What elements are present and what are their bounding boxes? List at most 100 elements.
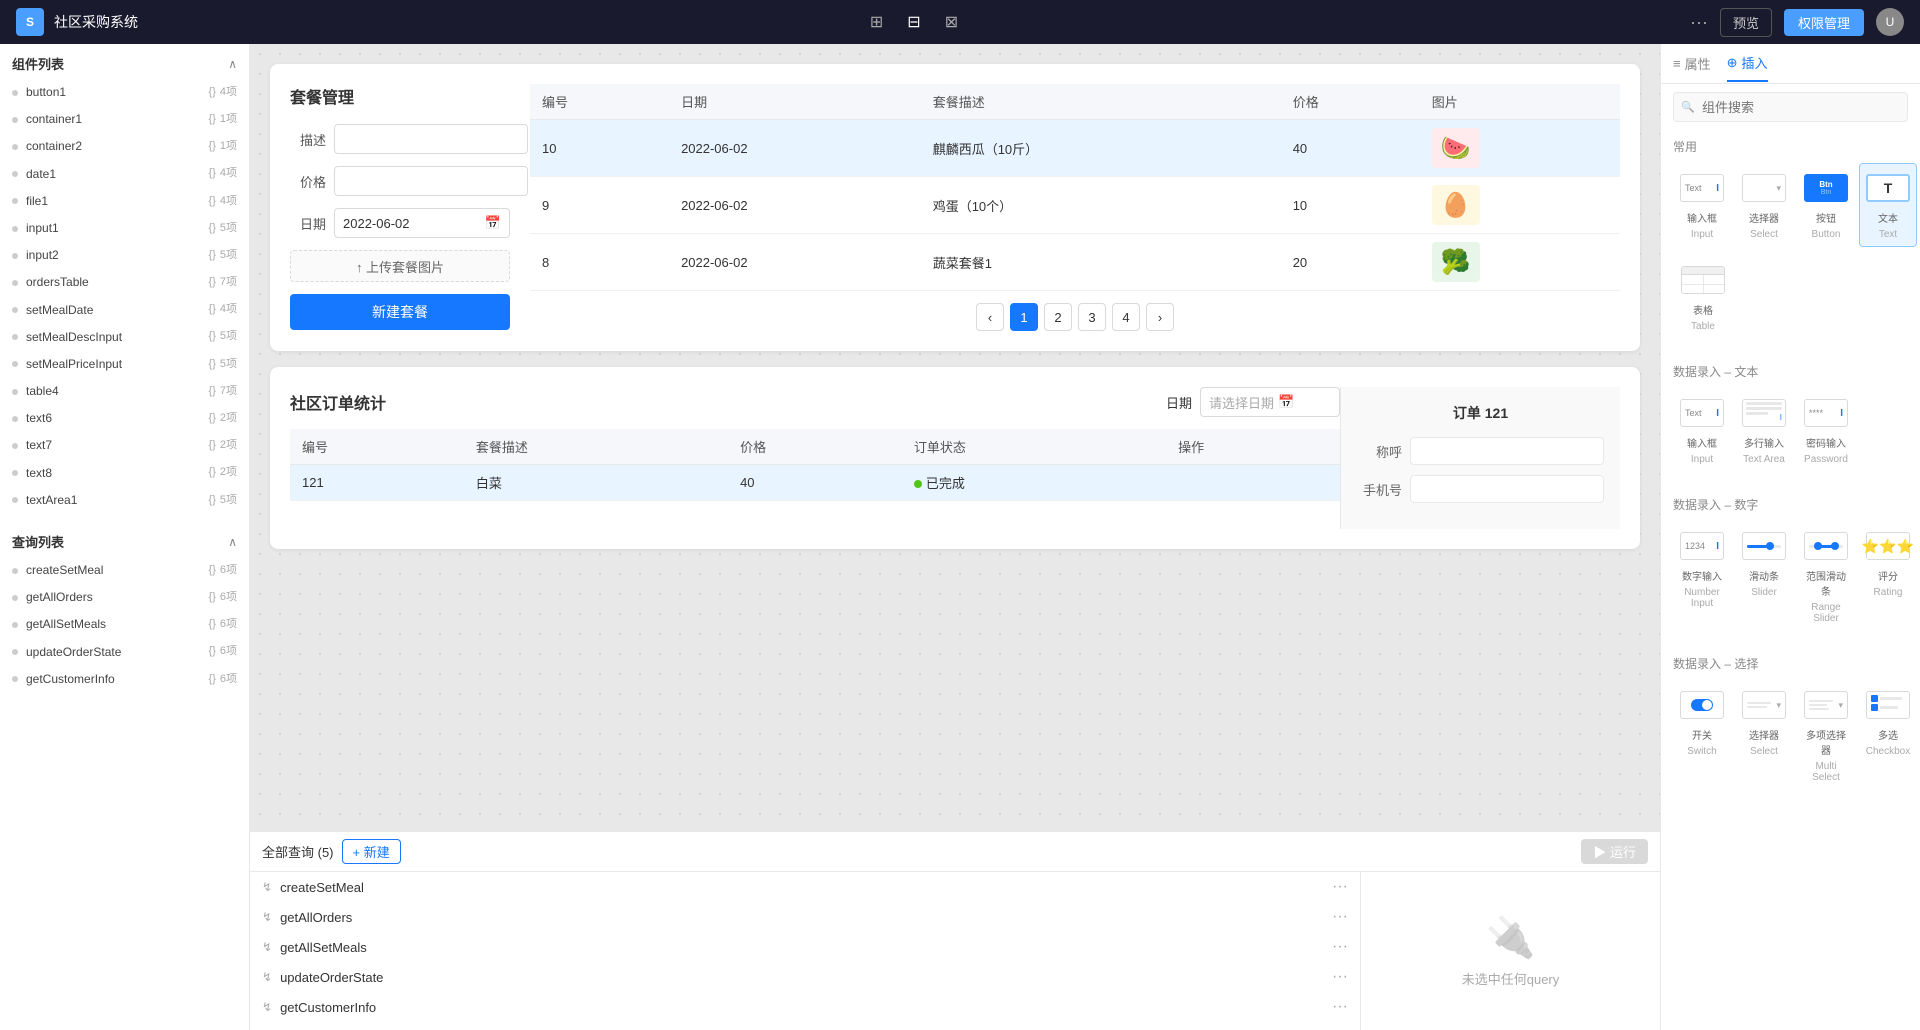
left-sidebar: 组件列表 ∧ button1 {} 4项 container1 {} 1项 co… xyxy=(0,44,250,1030)
widget-checkbox[interactable]: 多选 Checkbox xyxy=(1859,680,1917,790)
manage-button[interactable]: 权限管理 xyxy=(1784,9,1864,36)
price-input[interactable] xyxy=(334,166,528,196)
sidebar-query-item[interactable]: createSetMeal {} 6项 xyxy=(0,557,249,584)
sidebar-component-item[interactable]: date1 {} 4项 xyxy=(0,161,249,188)
sidebar-query-item[interactable]: updateOrderState {} 6项 xyxy=(0,639,249,666)
widget-rating[interactable]: ⭐⭐⭐ 评分 Rating xyxy=(1859,521,1917,631)
date-filter: 日期 请选择日期 📅 xyxy=(1166,387,1340,417)
table-row[interactable]: 9 2022-06-02 鸡蛋（10个） 10 🥚 xyxy=(530,177,1620,234)
query-name: updateOrderState xyxy=(26,643,209,662)
widget-switch[interactable]: 开关 Switch xyxy=(1673,680,1731,790)
widget-select-label-sub: Select xyxy=(1750,229,1778,240)
bottom-query-item[interactable]: ↯ getAllOrders ··· xyxy=(250,902,1360,932)
widget-slider[interactable]: 滑动条 Slider xyxy=(1735,521,1793,631)
widget-table[interactable]: 表格 Table xyxy=(1673,255,1733,339)
page-button-2[interactable]: 2 xyxy=(1044,303,1072,331)
table-row[interactable]: 10 2022-06-02 麒麟西瓜（10斤） 40 🍉 xyxy=(530,120,1620,177)
sidebar-component-item[interactable]: text7 {} 2项 xyxy=(0,432,249,459)
food-image: 🥦 xyxy=(1432,242,1480,282)
tab-insert[interactable]: ⊕ 插入 xyxy=(1727,45,1768,82)
page-button-4[interactable]: 4 xyxy=(1112,303,1140,331)
sidebar-component-item[interactable]: ordersTable {} 7项 xyxy=(0,269,249,296)
sidebar-component-item[interactable]: input2 {} 5项 xyxy=(0,242,249,269)
layout-icon-1[interactable]: ⊞ xyxy=(866,8,887,36)
sidebar-query-item[interactable]: getAllSetMeals {} 6项 xyxy=(0,611,249,638)
page-button-1[interactable]: 1 xyxy=(1010,303,1038,331)
sidebar-query-item[interactable]: getCustomerInfo {} 6项 xyxy=(0,666,249,693)
widget-number[interactable]: 1234 I 数字输入 Number Input xyxy=(1673,521,1731,631)
detail-phone-input[interactable] xyxy=(1410,475,1604,503)
table-row[interactable]: 8 2022-06-02 蔬菜套餐1 20 🥦 xyxy=(530,234,1620,291)
prev-page-button[interactable]: ‹ xyxy=(976,303,1004,331)
sidebar-query-item[interactable]: getAllOrders {} 6项 xyxy=(0,584,249,611)
meal-management-title: 套餐管理 xyxy=(290,84,510,108)
sidebar-component-item[interactable]: input1 {} 5项 xyxy=(0,215,249,242)
detail-name-input[interactable] xyxy=(1410,437,1604,465)
date-picker[interactable]: 2022-06-02 📅 xyxy=(334,208,510,238)
widget-multiselect[interactable]: ▾ 多项选择器 Multi Select xyxy=(1797,680,1855,790)
item-dot xyxy=(12,198,18,204)
sidebar-component-item[interactable]: table4 {} 7项 xyxy=(0,378,249,405)
query-more-icon[interactable]: ··· xyxy=(1332,998,1348,1016)
sidebar-component-item[interactable]: setMealPriceInput {} 5项 xyxy=(0,351,249,378)
sidebar-component-item[interactable]: file1 {} 4项 xyxy=(0,188,249,215)
topbar-center: ⊞ ⊟ ⊠ xyxy=(866,8,962,36)
new-query-button[interactable]: + 新建 xyxy=(342,839,401,864)
cell-order-id: 121 xyxy=(290,465,464,501)
sidebar-component-item[interactable]: text6 {} 2项 xyxy=(0,405,249,432)
sidebar-component-item[interactable]: container2 {} 1项 xyxy=(0,133,249,160)
widget-rangeslider[interactable]: 范围滑动条 Range Slider xyxy=(1797,521,1855,631)
bottom-query-item[interactable]: ↯ createSetMeal ··· xyxy=(250,872,1360,902)
sidebar-component-item[interactable]: text8 {} 2项 xyxy=(0,460,249,487)
upload-button[interactable]: ↑ 上传套餐图片 xyxy=(290,250,510,282)
tab-property[interactable]: ≡ 属性 xyxy=(1673,46,1711,81)
section-common: 常用 Text I 输入框 Input xyxy=(1661,130,1920,355)
sidebar-component-item[interactable]: textArea1 {} 5项 xyxy=(0,487,249,514)
query-more-icon[interactable]: ··· xyxy=(1332,908,1348,926)
bottom-query-item[interactable]: ↯ getCustomerInfo ··· xyxy=(250,992,1360,1022)
avatar[interactable]: U xyxy=(1876,8,1904,36)
sidebar-component-item[interactable]: setMealDate {} 4项 xyxy=(0,297,249,324)
table-row[interactable]: 121 白菜 40 已完成 xyxy=(290,465,1340,501)
layout-icon-3[interactable]: ⊠ xyxy=(941,8,962,36)
layout-icon-2[interactable]: ⊟ xyxy=(903,8,924,36)
component-name: ordersTable xyxy=(26,273,209,292)
widget-select2[interactable]: ▾ 选择器 Select xyxy=(1735,680,1793,790)
sidebar-component-item[interactable]: setMealDescInput {} 5项 xyxy=(0,324,249,351)
collapse-icon[interactable]: ∧ xyxy=(228,57,237,71)
item-dot xyxy=(12,497,18,503)
orders-data-table: 编号 套餐描述 价格 订单状态 操作 121 白菜 xyxy=(290,429,1340,501)
query-collapse-icon[interactable]: ∧ xyxy=(228,535,237,549)
widget-input[interactable]: Text I 输入框 Input xyxy=(1673,163,1731,247)
order-stats-layout: 社区订单统计 日期 请选择日期 📅 xyxy=(290,387,1620,529)
component-search-input[interactable] xyxy=(1673,92,1908,122)
date-picker-stats[interactable]: 请选择日期 📅 xyxy=(1200,387,1340,417)
widget-input2[interactable]: Text I 输入框 Input xyxy=(1673,388,1731,472)
col-desc: 套餐描述 xyxy=(921,84,1281,120)
page-button-3[interactable]: 3 xyxy=(1078,303,1106,331)
sidebar-component-item[interactable]: button1 {} 4项 xyxy=(0,79,249,106)
bottom-query-item[interactable]: ↯ updateOrderState ··· xyxy=(250,962,1360,992)
meal-form: 套餐管理 描述 价格 日期 2022-06-02 xyxy=(290,84,510,331)
query-more-icon[interactable]: ··· xyxy=(1332,938,1348,956)
order-detail: 订单 121 称呼 手机号 xyxy=(1340,387,1620,529)
widget-text[interactable]: T 文本 Text xyxy=(1859,163,1917,247)
widget-textarea[interactable]: I 多行输入 Text Area xyxy=(1735,388,1793,472)
desc-input[interactable] xyxy=(334,124,528,154)
query-count: 6项 xyxy=(220,616,237,634)
widget-button[interactable]: Btn Btn 按钮 Button xyxy=(1797,163,1855,247)
run-query-button[interactable]: ▶ 运行 xyxy=(1581,839,1648,864)
bottom-query-item[interactable]: ↯ getAllSetMeals ··· xyxy=(250,932,1360,962)
query-more-icon[interactable]: ··· xyxy=(1332,878,1348,896)
sidebar-component-item[interactable]: container1 {} 1项 xyxy=(0,106,249,133)
query-more-icon[interactable]: ··· xyxy=(1332,968,1348,986)
next-page-button[interactable]: › xyxy=(1146,303,1174,331)
create-meal-button[interactable]: 新建套餐 xyxy=(290,294,510,330)
widget-select[interactable]: ▾ 选择器 Select xyxy=(1735,163,1793,247)
preview-button[interactable]: 预览 xyxy=(1720,8,1772,37)
panel-search xyxy=(1661,84,1920,130)
more-options-icon[interactable]: ··· xyxy=(1690,12,1708,33)
bottom-query-name: getAllSetMeals xyxy=(280,940,1332,955)
widget-password[interactable]: **** I 密码输入 Password xyxy=(1797,388,1855,472)
component-name: text6 xyxy=(26,409,209,428)
